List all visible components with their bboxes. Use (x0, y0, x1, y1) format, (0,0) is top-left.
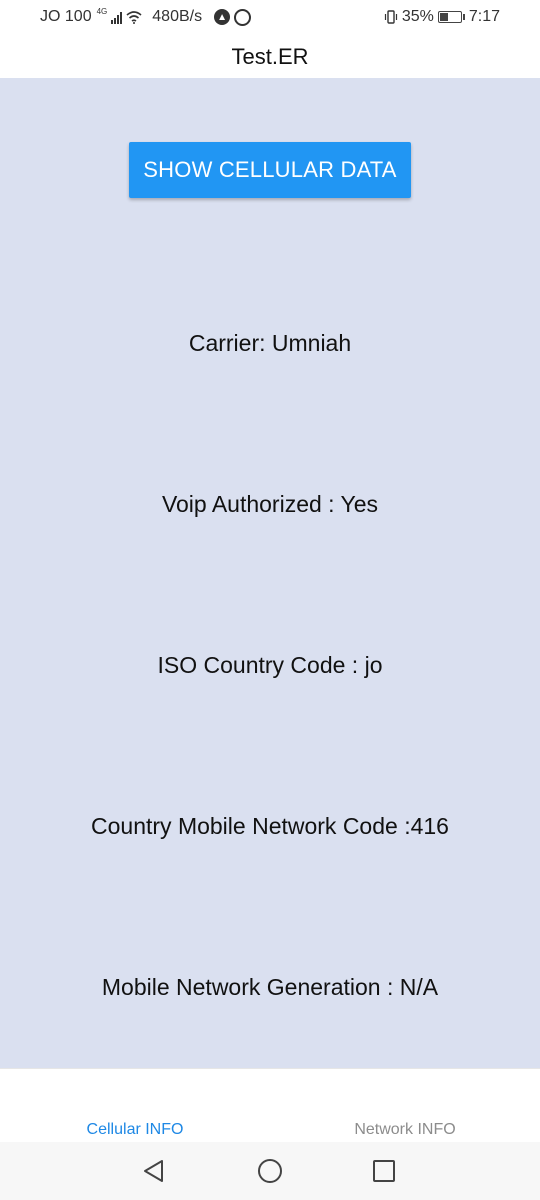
voip-authorized-info: Voip Authorized : Yes (161, 491, 379, 517)
vibrate-icon (384, 10, 398, 24)
navigation-app-icon: ▲ (214, 9, 231, 25)
show-cellular-data-button[interactable]: SHOW CELLULAR DATA (129, 142, 411, 198)
tab-cellular-info[interactable]: Cellular INFO (35, 1121, 235, 1139)
network-speed: 480B/s (152, 8, 203, 25)
app-header: Test.ER (0, 36, 540, 78)
tab-network-info[interactable]: Network INFO (305, 1121, 505, 1139)
mobile-network-code-info: Country Mobile Network Code :416 (91, 813, 449, 839)
page-title: Test.ER (231, 44, 309, 69)
battery-percentage: 35% (401, 8, 434, 25)
bottom-tab-bar: Cellular INFO Network INFO (0, 1068, 540, 1143)
home-icon[interactable] (256, 1157, 284, 1185)
status-left: JO 100 4G 480B/s ▲ (40, 6, 252, 26)
wifi-icon (126, 10, 142, 24)
main-content: SHOW CELLULAR DATA Carrier: Umniah Voip … (0, 78, 540, 1068)
network-type-label: 4G (96, 6, 108, 16)
signal-icon (111, 11, 123, 24)
status-right: 35% 7:17 (384, 8, 500, 26)
iso-country-code-info: ISO Country Code : jo (157, 652, 383, 678)
clock: 7:17 (468, 8, 500, 25)
back-icon[interactable] (140, 1157, 168, 1185)
status-bar: JO 100 4G 480B/s ▲ 35% 7:17 (0, 0, 540, 36)
network-generation-info: Mobile Network Generation : N/A (101, 974, 439, 1000)
carrier-label: JO 100 (40, 8, 92, 25)
system-navigation-bar (0, 1142, 540, 1200)
carrier-info: Carrier: Umniah (188, 330, 352, 356)
whatsapp-icon (234, 8, 252, 26)
recent-apps-icon[interactable] (370, 1157, 398, 1185)
battery-icon (437, 11, 465, 23)
